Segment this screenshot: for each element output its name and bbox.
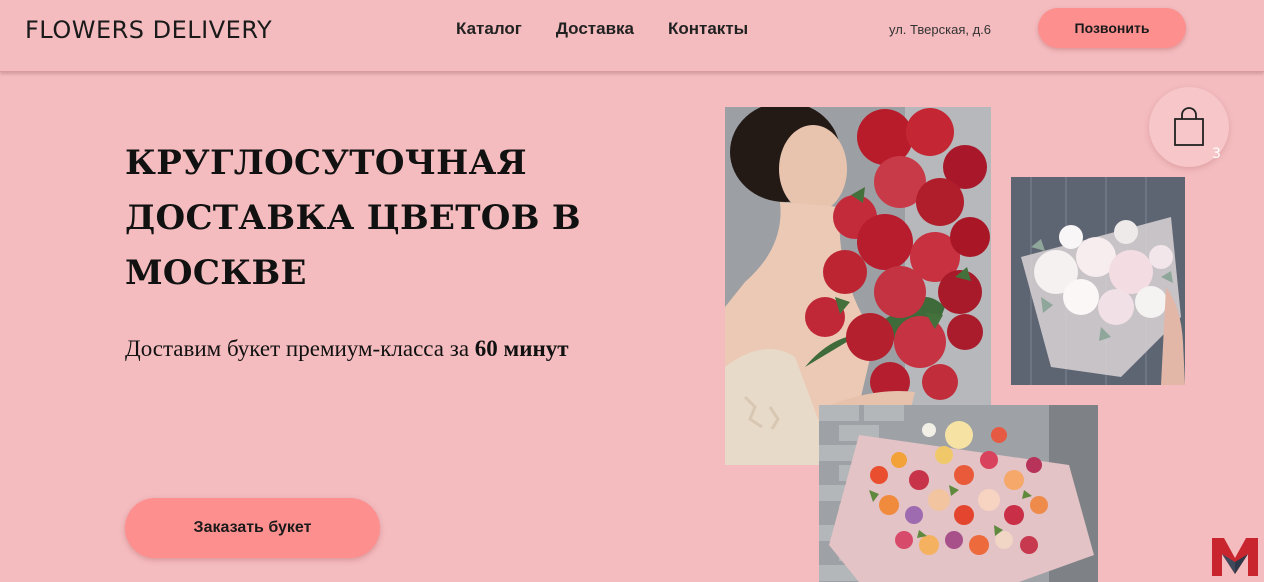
cart-count-badge: 3 (1212, 146, 1221, 162)
nav-link-catalog[interactable]: Каталог (456, 19, 522, 39)
site-logo[interactable]: FLOWERS DELIVERY (25, 16, 272, 44)
nav-link-delivery[interactable]: Доставка (556, 19, 634, 39)
hero-subtitle-highlight: 60 минут (474, 336, 569, 361)
address-text: ул. Тверская, д.6 (889, 22, 992, 37)
shopping-bag-icon (1174, 107, 1204, 146)
hero-title-line: КРУГЛОСУТОЧНАЯ (125, 143, 527, 183)
hero-title-line: ДОСТАВКА ЦВЕТОВ В (125, 198, 581, 238)
white-peony-bouquet-photo (1011, 177, 1185, 385)
mixed-flower-bouquet-photo (819, 405, 1098, 582)
hero-title: КРУГЛОСУТОЧНАЯ ДОСТАВКА ЦВЕТОВ В МОСКВЕ (125, 136, 645, 301)
hero-title-line: МОСКВЕ (125, 253, 307, 293)
call-button[interactable]: Позвонить (1038, 8, 1186, 48)
main-nav: Каталог Доставка Контакты (456, 19, 748, 39)
hero-subtitle: Доставим букет премиум-класса за 60 мину… (125, 330, 605, 367)
order-bouquet-button[interactable]: Заказать букет (125, 498, 380, 558)
hero-subtitle-text: Доставим букет премиум-класса за (125, 336, 475, 361)
cart-button[interactable]: 3 (1149, 87, 1229, 167)
nav-link-contacts[interactable]: Контакты (668, 19, 748, 39)
watermark-logo-icon (1212, 538, 1258, 576)
site-header: FLOWERS DELIVERY Каталог Доставка Контак… (0, 0, 1264, 72)
